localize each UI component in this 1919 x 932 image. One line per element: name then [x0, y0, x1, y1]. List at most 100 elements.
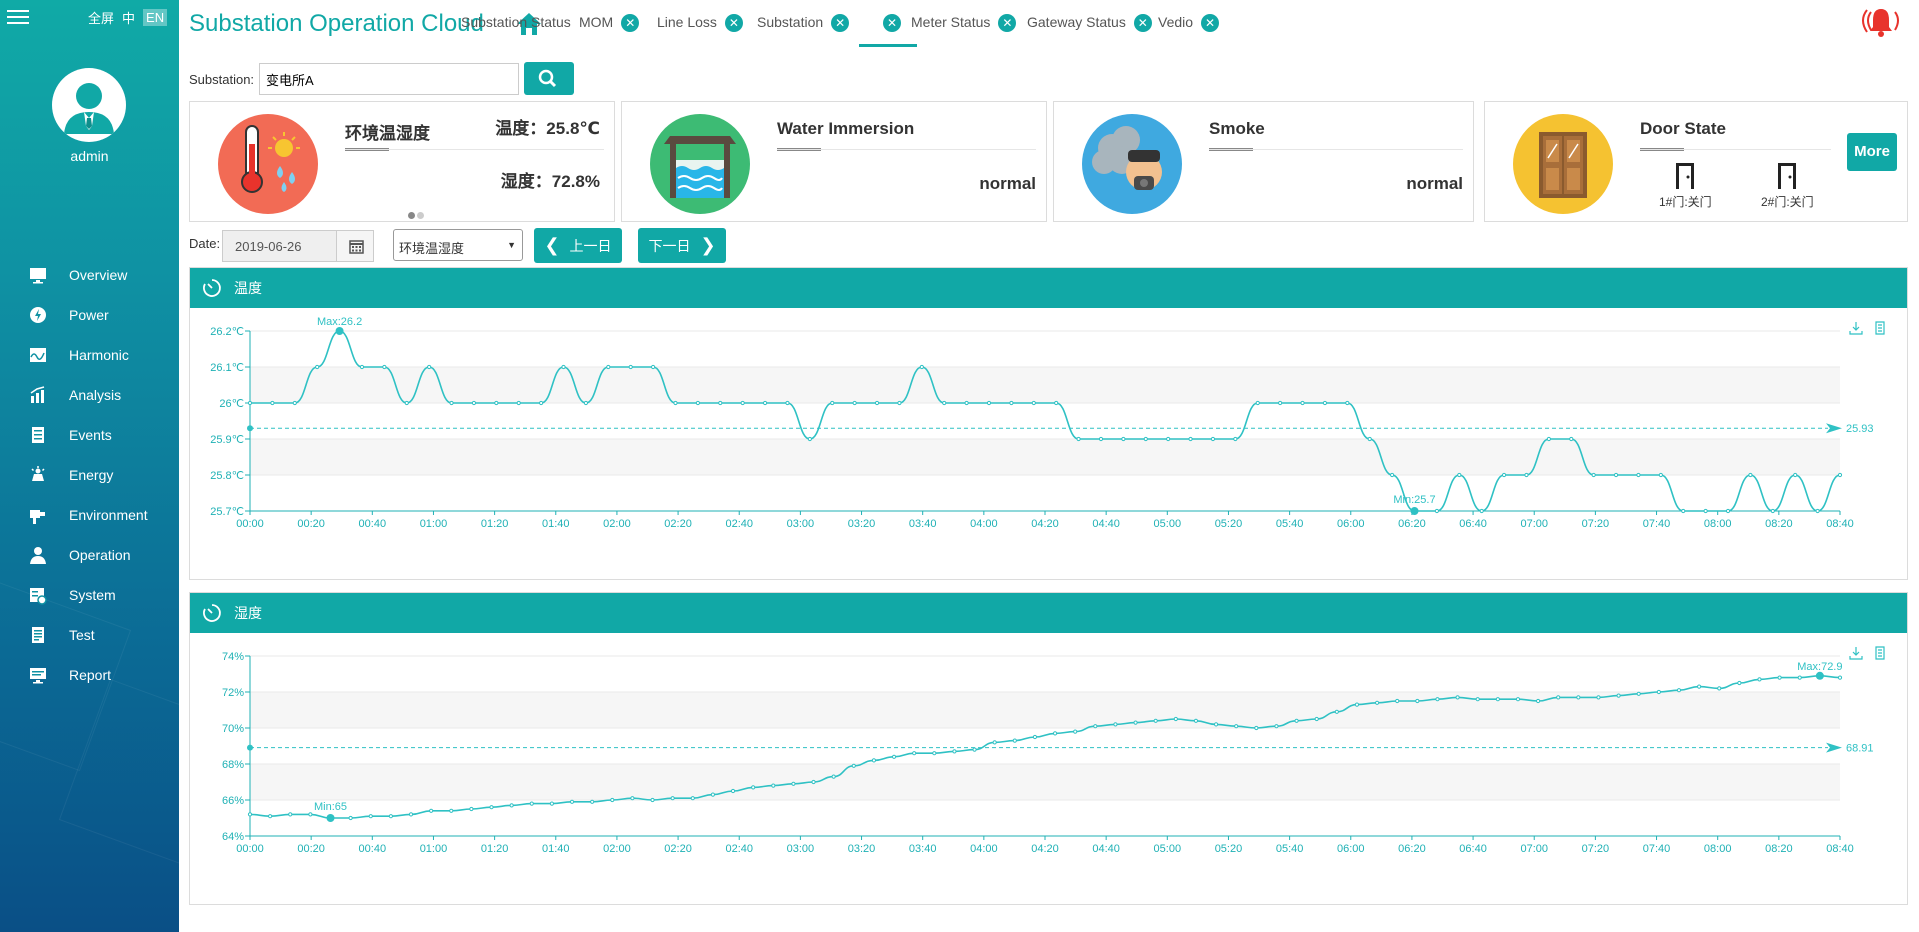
data-point[interactable]	[292, 400, 297, 406]
data-point[interactable]	[1613, 472, 1619, 478]
data-point[interactable]	[268, 814, 273, 819]
sidebar-item-test[interactable]: Test	[0, 615, 179, 655]
data-point[interactable]	[751, 785, 756, 790]
close-icon[interactable]: ✕	[724, 14, 743, 33]
data-point[interactable]	[471, 400, 477, 406]
avatar[interactable]	[52, 68, 126, 142]
data-point[interactable]	[606, 364, 611, 370]
data-point[interactable]	[1737, 680, 1742, 686]
data-point[interactable]	[315, 364, 320, 370]
data-point[interactable]	[690, 796, 695, 801]
tab-mom[interactable]: MOM ✕	[579, 14, 640, 44]
data-point[interactable]	[1479, 508, 1484, 514]
data-point[interactable]	[1815, 508, 1820, 514]
data-point[interactable]	[831, 774, 836, 779]
data-point[interactable]	[695, 400, 700, 406]
data-point[interactable]	[308, 812, 313, 817]
tab-substation[interactable]: Substation ✕	[757, 14, 850, 44]
data-point[interactable]	[1210, 436, 1216, 442]
data-point[interactable]	[1596, 695, 1601, 700]
data-point[interactable]	[1636, 472, 1641, 478]
data-point[interactable]	[897, 400, 902, 406]
data-point[interactable]	[1656, 689, 1661, 695]
data-point[interactable]	[964, 400, 969, 406]
data-point[interactable]	[710, 792, 716, 797]
data-point[interactable]	[1255, 400, 1260, 406]
data-point[interactable]	[1395, 698, 1400, 704]
data-point[interactable]	[1098, 436, 1104, 442]
data-point[interactable]	[1052, 731, 1058, 736]
sidebar-item-analysis[interactable]: Analysis	[0, 375, 179, 415]
data-point[interactable]	[1495, 697, 1500, 702]
data-point[interactable]	[830, 400, 835, 406]
data-point[interactable]	[427, 364, 432, 370]
next-day-button[interactable]: 下一日 ❯	[638, 228, 726, 263]
data-point[interactable]	[919, 364, 924, 370]
data-point[interactable]	[1213, 722, 1219, 727]
max-point[interactable]	[335, 327, 344, 335]
alarm-bell-icon[interactable]	[1857, 6, 1905, 38]
data-point[interactable]	[1322, 400, 1328, 406]
sidebar-item-operation[interactable]: Operation	[0, 535, 179, 575]
substation-input[interactable]	[259, 63, 519, 95]
data-point[interactable]	[1455, 695, 1460, 700]
data-point[interactable]	[874, 400, 880, 406]
data-point[interactable]	[1390, 472, 1395, 478]
sidebar-item-overview[interactable]: Overview	[0, 255, 179, 295]
data-point[interactable]	[469, 806, 474, 812]
data-point[interactable]	[1757, 677, 1762, 682]
data-point[interactable]	[718, 400, 723, 406]
data-point[interactable]	[1143, 436, 1148, 442]
tab-substation-status[interactable]: Substation Status	[461, 14, 571, 44]
data-point[interactable]	[1501, 472, 1507, 478]
data-point[interactable]	[871, 758, 877, 763]
data-point[interactable]	[1009, 400, 1014, 406]
data-point[interactable]	[1475, 697, 1480, 702]
tab-active[interactable]: ✕	[859, 14, 917, 47]
data-point[interactable]	[912, 751, 917, 756]
sidebar-item-events[interactable]: Events	[0, 415, 179, 455]
max-point[interactable]	[1815, 671, 1824, 680]
data-point[interactable]	[1133, 720, 1138, 725]
sidebar-item-power[interactable]: Power	[0, 295, 179, 335]
data-point[interactable]	[1536, 698, 1541, 704]
data-point[interactable]	[408, 812, 414, 817]
data-point[interactable]	[1636, 691, 1641, 696]
sidebar-item-environment[interactable]: Environment	[0, 495, 179, 535]
data-point[interactable]	[1576, 695, 1581, 700]
data-point[interactable]	[1556, 695, 1561, 700]
data-point[interactable]	[247, 812, 253, 817]
data-point[interactable]	[1797, 675, 1802, 680]
data-point[interactable]	[730, 788, 736, 794]
hamburger-menu-icon[interactable]	[7, 6, 29, 26]
data-point[interactable]	[1435, 697, 1440, 702]
min-point[interactable]	[326, 814, 335, 822]
data-point[interactable]	[404, 400, 409, 406]
data-point[interactable]	[1717, 686, 1722, 691]
data-point[interactable]	[359, 364, 365, 370]
data-point[interactable]	[891, 754, 897, 759]
data-point[interactable]	[516, 400, 521, 406]
date-input[interactable]	[222, 230, 337, 262]
data-point[interactable]	[610, 797, 615, 803]
data-point[interactable]	[650, 364, 656, 370]
search-button[interactable]	[524, 62, 574, 95]
data-point[interactable]	[288, 812, 293, 817]
data-point[interactable]	[569, 799, 575, 804]
data-point[interactable]	[762, 400, 768, 406]
data-point[interactable]	[1032, 734, 1038, 740]
data-point[interactable]	[1345, 400, 1350, 406]
lang-zh[interactable]: 中	[122, 8, 135, 27]
data-point[interactable]	[1153, 718, 1158, 723]
data-point[interactable]	[494, 400, 499, 406]
data-point[interactable]	[952, 749, 957, 754]
data-point[interactable]	[650, 797, 655, 803]
data-point[interactable]	[1725, 508, 1731, 514]
data-point[interactable]	[1676, 688, 1682, 693]
data-point[interactable]	[630, 796, 635, 801]
data-point[interactable]	[1254, 725, 1259, 731]
data-point[interactable]	[1076, 436, 1081, 442]
sidebar-item-harmonic[interactable]: Harmonic	[0, 335, 179, 375]
data-point[interactable]	[509, 803, 514, 808]
data-point[interactable]	[932, 751, 937, 756]
